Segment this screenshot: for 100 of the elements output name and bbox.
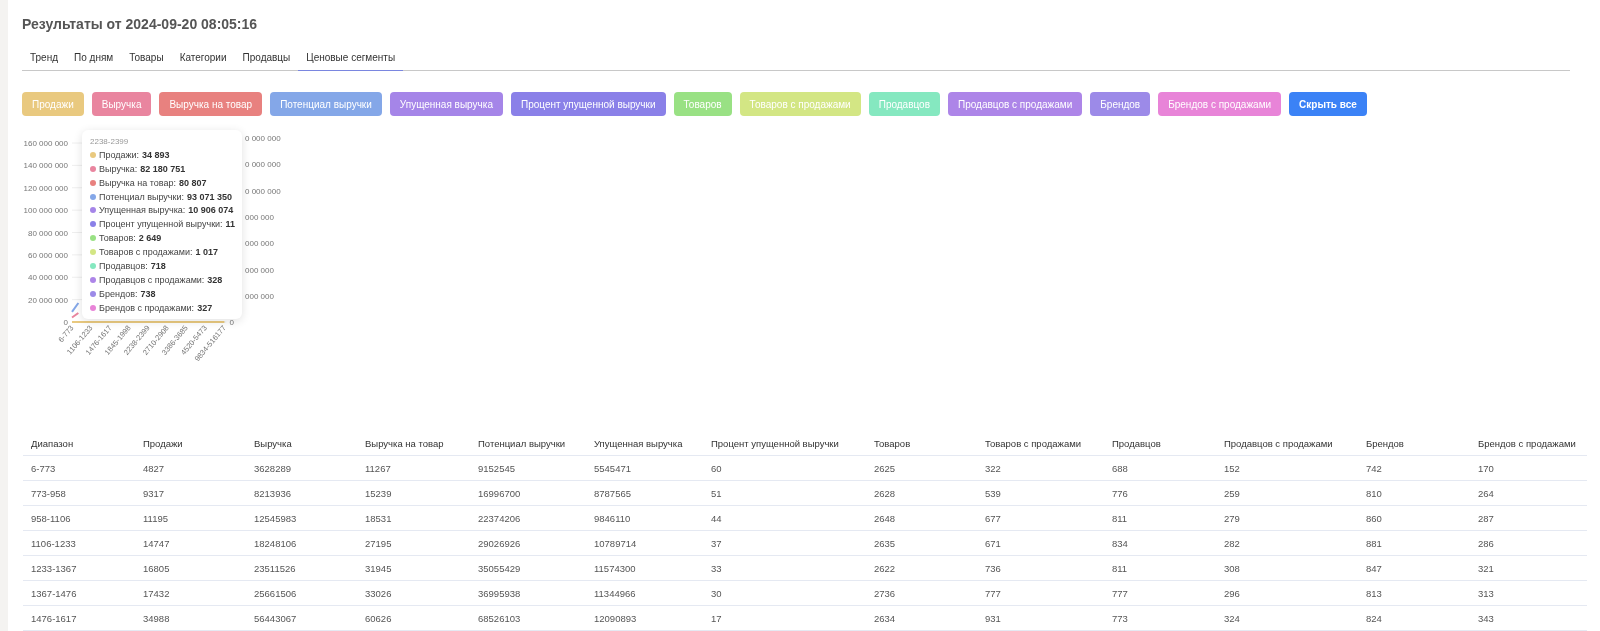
axis-label: 0 000 000 (245, 134, 281, 143)
tab[interactable]: Категории (171, 52, 235, 71)
table-cell: 1106-1233 (23, 530, 135, 556)
column-header: Брендов с продажами (1470, 431, 1587, 456)
table-cell: 2648 (866, 505, 977, 531)
table-cell: 22374206 (470, 505, 586, 531)
axis-label: 20 000 000 (27, 295, 68, 305)
hide-all-button[interactable]: Скрыть все (1289, 92, 1367, 116)
table-cell: 11574300 (586, 555, 703, 581)
table-cell: 2622 (866, 555, 977, 581)
table-cell: 11267 (357, 455, 470, 481)
column-header: Товаров (866, 431, 977, 456)
table-cell: 264 (1470, 480, 1587, 506)
table-cell: 11344966 (586, 580, 703, 606)
table-cell: 322 (977, 455, 1104, 481)
table-cell: 34988 (135, 605, 246, 631)
tooltip-value: 1 017 (195, 247, 218, 258)
series-toggle-button[interactable]: Брендов (1090, 92, 1151, 116)
column-header: Упущенная выручка (586, 431, 703, 456)
series-toggle-button[interactable]: Продажи (22, 92, 84, 116)
table-cell: 60626 (357, 605, 470, 631)
table-cell: 773 (1104, 605, 1216, 631)
page-title: Результаты от 2024-09-20 08:05:16 (22, 16, 259, 32)
table-cell: 834 (1104, 530, 1216, 556)
tooltip-label: Выручка: (99, 163, 138, 174)
table-cell: 14747 (135, 530, 246, 556)
tooltip-label: Брендов с продажами: (99, 302, 195, 313)
series-toggle-button[interactable]: Выручка на товар (159, 92, 263, 116)
tooltip-label: Товаров с продажами: (99, 247, 193, 258)
table-cell: 17 (703, 605, 866, 631)
tooltip-value: 10 906 074 (188, 205, 234, 216)
table-cell: 2634 (866, 605, 977, 631)
axis-label: 0 000 000 (245, 186, 281, 196)
table-cell: 4827 (135, 455, 246, 481)
table-cell: 27195 (357, 530, 470, 556)
tooltip-label: Упущенная выручка: (99, 205, 186, 216)
table-cell: 287 (1470, 505, 1587, 531)
table-cell: 324 (1216, 605, 1358, 631)
table-cell: 2635 (866, 530, 977, 556)
tab[interactable]: Тренд (22, 52, 67, 71)
table-cell: 931 (977, 605, 1104, 631)
table-cell: 2628 (866, 480, 977, 506)
axis-label: 0 (63, 318, 68, 327)
series-toggle-button[interactable]: Продавцов с продажами (948, 92, 1083, 116)
table-cell: 2625 (866, 455, 977, 481)
series-toggle-button[interactable]: Потенциал выручки (270, 92, 382, 116)
tooltip-title: 2238-2399 (90, 137, 130, 146)
tooltip-value: 328 (207, 274, 223, 285)
table-cell: 12090893 (586, 605, 703, 631)
column-header: Выручка (246, 431, 357, 456)
series-toggle-button[interactable]: Упущенная выручка (389, 92, 503, 116)
table-cell: 677 (977, 505, 1104, 531)
table-cell: 881 (1358, 530, 1470, 556)
table-cell: 35055429 (470, 555, 586, 581)
table-cell: 3628289 (246, 455, 357, 481)
axis-label: 120 000 000 (23, 183, 68, 193)
table-cell: 539 (977, 480, 1104, 506)
axis-label: 0 (229, 318, 234, 328)
tooltip-label: Товаров: (99, 233, 136, 244)
table-cell: 37 (703, 530, 866, 556)
tooltip-value: 80 807 (178, 177, 207, 188)
table-cell: 1476-1617 (23, 605, 135, 631)
tab[interactable]: Товары (121, 52, 172, 71)
table-cell: 811 (1104, 505, 1216, 531)
tooltip-value: 327 (197, 302, 213, 313)
table-cell: 1367-1476 (23, 580, 135, 606)
series-toggle-button[interactable]: Выручка (91, 92, 152, 116)
table-cell: 56443067 (246, 605, 357, 631)
column-header: Выручка на товар (357, 431, 470, 456)
table-cell: 777 (1104, 580, 1216, 606)
tooltip-value: 82 180 751 (140, 163, 186, 174)
axis-label: 40 000 000 (27, 273, 68, 283)
tooltip-label: Брендов: (99, 288, 138, 299)
table-cell: 30 (703, 580, 866, 606)
table-cell: 811 (1104, 555, 1216, 581)
series-toggle-button[interactable]: Брендов с продажами (1158, 92, 1282, 116)
table-cell: 847 (1358, 555, 1470, 581)
tooltip-value: 738 (140, 288, 156, 299)
tab[interactable]: По дням (66, 52, 122, 71)
table-cell: 671 (977, 530, 1104, 556)
table-cell: 813 (1358, 580, 1470, 606)
table-cell: 170 (1470, 455, 1587, 481)
table-cell: 296 (1216, 580, 1358, 606)
table-cell: 308 (1216, 555, 1358, 581)
axis-label: 140 000 000 (23, 161, 68, 171)
tab[interactable]: Продавцы (234, 52, 299, 71)
series-toggle-button[interactable]: Товаров (673, 92, 732, 116)
series-toggle-button[interactable]: Процент упущенной выручки (510, 92, 666, 116)
tab[interactable]: Ценовые сегменты (298, 52, 404, 71)
tooltip-label: Процент упущенной выручки: (99, 219, 223, 230)
axis-label: 80 000 000 (27, 228, 68, 238)
table-cell: 18248106 (246, 530, 357, 556)
table-cell: 9152545 (470, 455, 586, 481)
series-toggle-button[interactable]: Продавцов (868, 92, 940, 116)
table-cell: 15239 (357, 480, 470, 506)
table-cell: 152 (1216, 455, 1358, 481)
table-cell: 36995938 (470, 580, 586, 606)
table-cell: 860 (1358, 505, 1470, 531)
tooltip-label: Продавцов с продажами: (99, 274, 205, 285)
table-cell: 33 (703, 555, 866, 581)
